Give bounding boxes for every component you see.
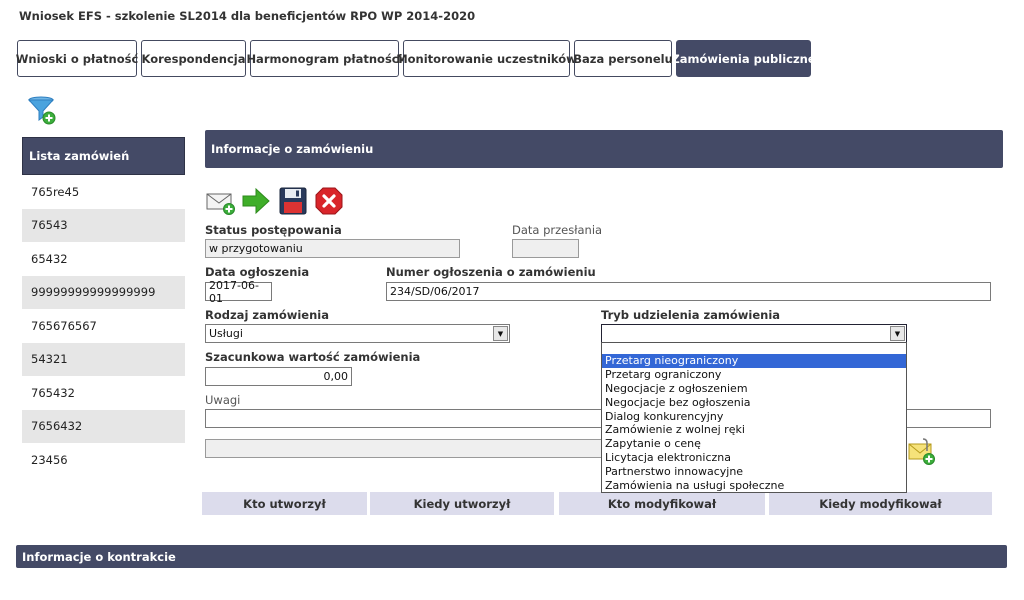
dropdown-option[interactable]: Dialog konkurencyjny bbox=[602, 410, 906, 424]
status-field: w przygotowaniu bbox=[205, 239, 460, 258]
new-message-icon[interactable] bbox=[206, 186, 236, 216]
status-label: Status postępowania bbox=[205, 223, 342, 237]
dropdown-option[interactable]: Partnerstwo innowacyjne bbox=[602, 465, 906, 479]
dropdown-option[interactable]: Negocjacje z ogłoszeniem bbox=[602, 382, 906, 396]
order-list-sidebar: Lista zamówień 765re45 76543 65432 99999… bbox=[22, 137, 185, 477]
order-list-item[interactable]: 54321 bbox=[22, 342, 185, 376]
tab-public-procurement[interactable]: Zamówienia publiczne bbox=[671, 40, 816, 77]
save-icon[interactable] bbox=[278, 186, 308, 216]
sent-date-label: Data przesłania bbox=[512, 223, 603, 237]
chevron-down-icon[interactable]: ▼ bbox=[890, 326, 905, 341]
estimated-value-field[interactable]: 0,00 bbox=[205, 367, 352, 386]
sent-date-field bbox=[512, 239, 579, 258]
column-created-date[interactable]: Kiedy utworzył bbox=[370, 492, 554, 515]
dropdown-option[interactable]: Licytacja elektroniczna bbox=[602, 451, 906, 465]
announcement-number-field[interactable]: 234/SD/06/2017 bbox=[386, 282, 991, 301]
dropdown-option[interactable]: Zamówienie z wolnej ręki bbox=[602, 423, 906, 437]
estimated-value-label: Szacunkowa wartość zamówienia bbox=[205, 350, 421, 364]
order-list-item[interactable]: 765676567 bbox=[22, 309, 185, 343]
announcement-date-field[interactable]: 2017-06-01 bbox=[205, 279, 272, 305]
order-kind-select[interactable]: Usługi ▼ bbox=[205, 324, 510, 343]
announcement-date-label: Data ogłoszenia bbox=[205, 265, 310, 279]
notes-label: Uwagi bbox=[205, 393, 241, 407]
dropdown-option[interactable]: Negocjacje bez ogłoszenia bbox=[602, 396, 906, 410]
order-list-item[interactable]: 765re45 bbox=[22, 175, 185, 209]
order-info-section-header: Informacje o zamówieniu bbox=[205, 130, 1003, 168]
delete-icon[interactable] bbox=[314, 186, 344, 216]
dropdown-option[interactable]: Przetarg ograniczony bbox=[602, 368, 906, 382]
announcement-number-label: Numer ogłoszenia o zamówieniu bbox=[386, 265, 596, 279]
dropdown-option[interactable]: Zamówienia na usługi społeczne bbox=[602, 479, 906, 493]
tab-payment-requests[interactable]: Wnioski o płatność bbox=[16, 40, 138, 77]
sidebar-header: Lista zamówień bbox=[22, 137, 185, 175]
dropdown-option[interactable]: Zapytanie o cenę bbox=[602, 437, 906, 451]
app-title: Wniosek EFS - szkolenie SL2014 dla benef… bbox=[19, 9, 476, 23]
contract-info-section-header[interactable]: Informacje o kontrakcie bbox=[16, 545, 1007, 568]
order-list-item[interactable]: 65432 bbox=[22, 242, 185, 276]
chevron-down-icon[interactable]: ▼ bbox=[493, 326, 508, 341]
tab-staff-database[interactable]: Baza personelu bbox=[573, 40, 673, 77]
dropdown-empty-option[interactable] bbox=[602, 343, 906, 354]
add-attachment-icon[interactable] bbox=[907, 438, 937, 466]
order-kind-label: Rodzaj zamówienia bbox=[205, 308, 329, 322]
add-filter-icon[interactable] bbox=[27, 96, 59, 126]
order-list-item[interactable]: 76543 bbox=[22, 208, 185, 242]
order-kind-value: Usługi bbox=[209, 327, 243, 340]
dropdown-option[interactable]: Przetarg nieograniczony bbox=[602, 354, 906, 368]
tab-payment-schedule[interactable]: Harmonogram płatności bbox=[246, 40, 403, 77]
award-mode-dropdown-list: Przetarg nieograniczony Przetarg ogranic… bbox=[601, 342, 907, 493]
tab-correspondence[interactable]: Korespondencja bbox=[141, 40, 246, 77]
award-mode-label: Tryb udzielenia zamówienia bbox=[601, 308, 781, 322]
column-created-by[interactable]: Kto utworzył bbox=[202, 492, 367, 515]
order-list-item[interactable]: 7656432 bbox=[22, 409, 185, 443]
order-list-item[interactable]: 99999999999999999 bbox=[22, 275, 185, 309]
column-modified-by[interactable]: Kto modyfikował bbox=[559, 492, 765, 515]
order-list-item[interactable]: 765432 bbox=[22, 376, 185, 410]
forward-arrow-icon[interactable] bbox=[241, 186, 271, 216]
tab-participant-monitoring[interactable]: Monitorowanie uczestników bbox=[396, 40, 577, 77]
column-modified-date[interactable]: Kiedy modyfikował bbox=[769, 492, 992, 515]
order-list-item[interactable]: 23456 bbox=[22, 443, 185, 477]
award-mode-select[interactable]: ▼ bbox=[601, 324, 907, 343]
